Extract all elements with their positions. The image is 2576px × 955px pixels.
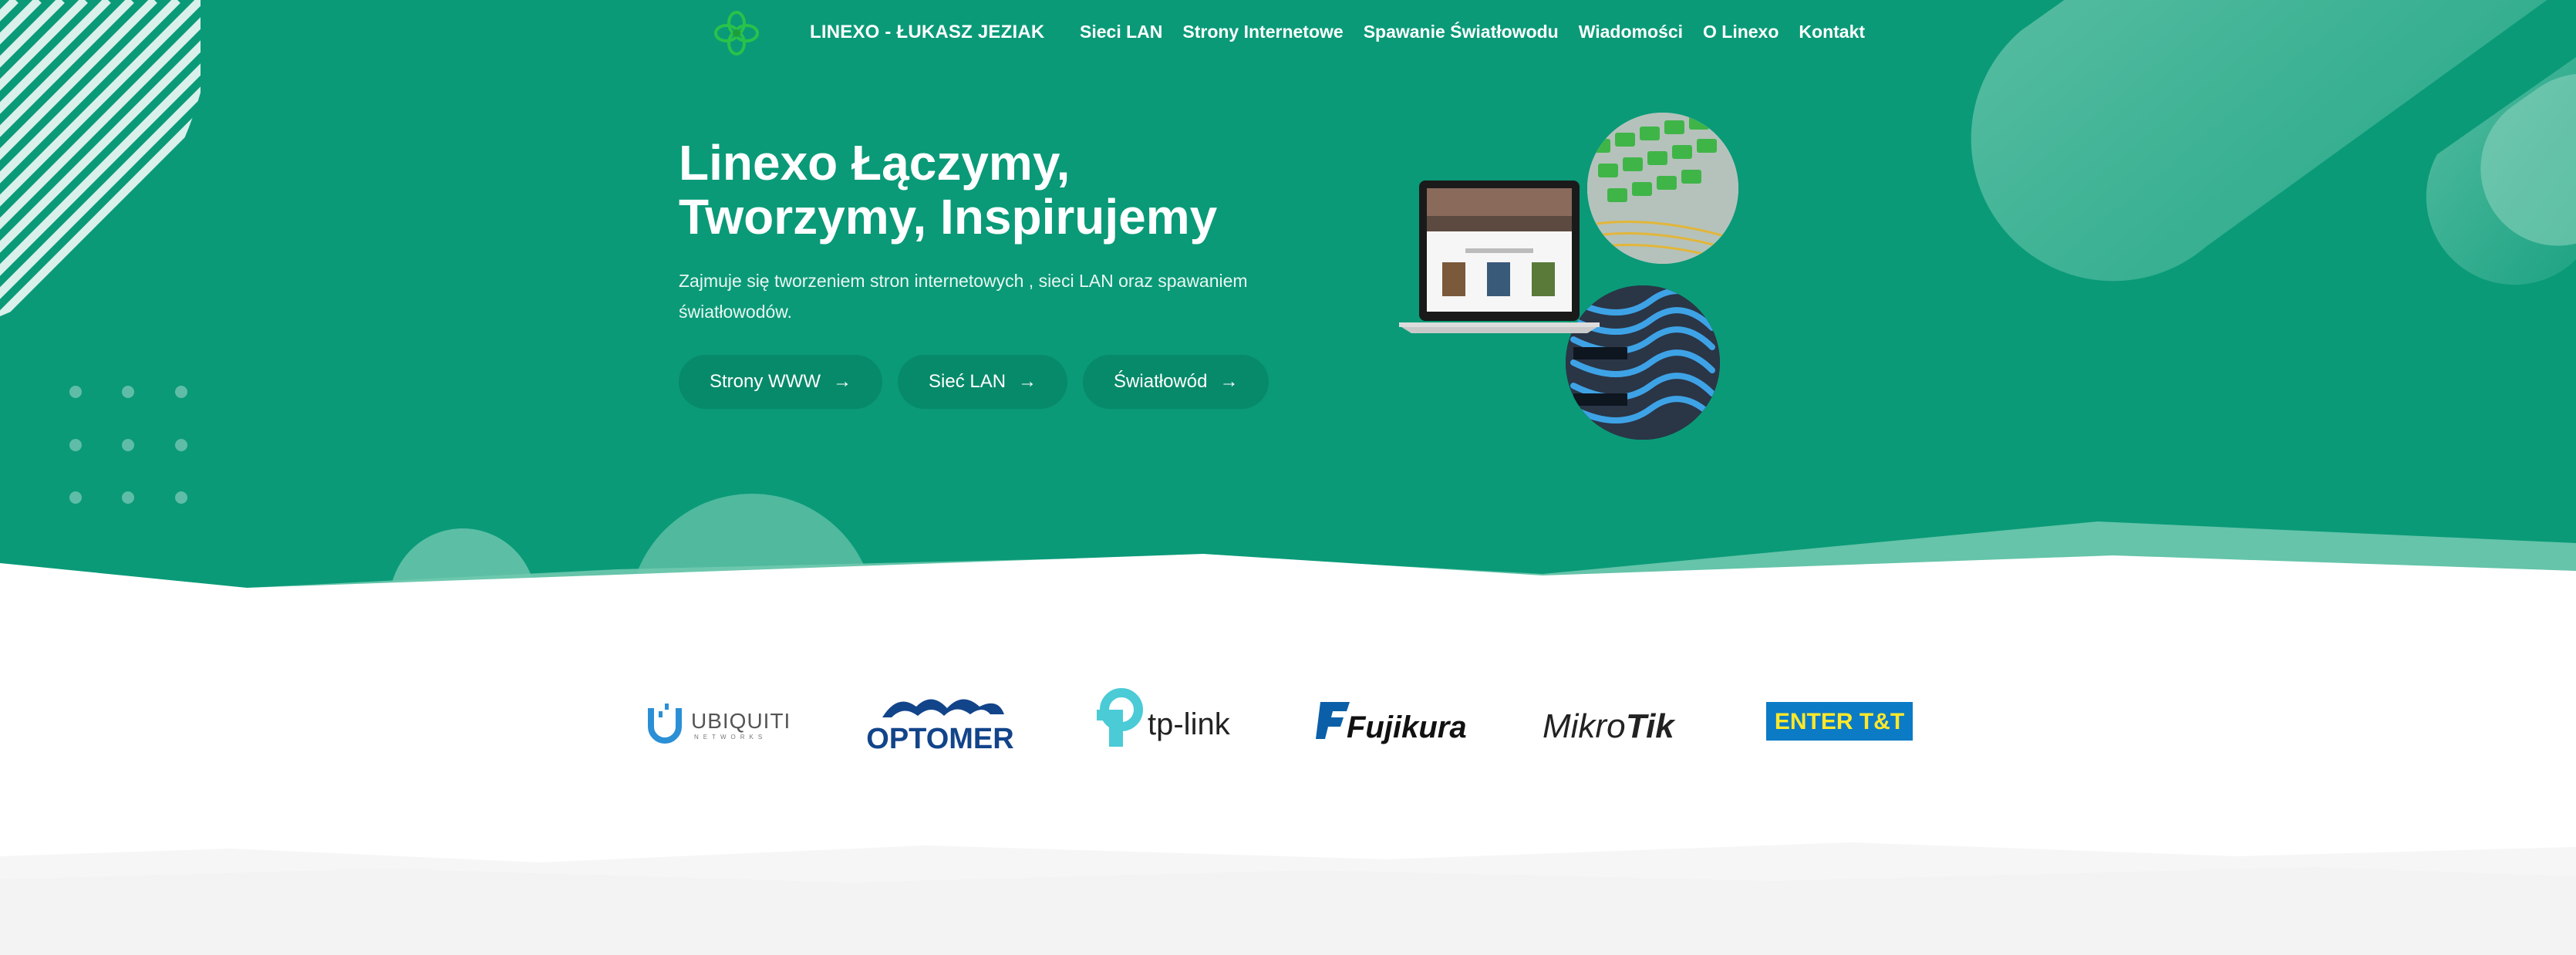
- hero-title: Linexo Łączymy, Tworzymy, Inspirujemy: [679, 136, 1373, 244]
- top-navigation: LINEXO - ŁUKASZ JEZIAK Sieci LAN Strony …: [0, 0, 2576, 65]
- hero-illustration: [1399, 113, 1738, 440]
- hero-title-line-2: Tworzymy, Inspirujemy: [679, 189, 1218, 245]
- tplink-wordmark: tp-link: [1148, 707, 1231, 741]
- partner-logo-tplink[interactable]: tp-link: [1086, 687, 1240, 756]
- optomer-wordmark: OPTOMER: [867, 723, 1013, 755]
- partner-logo-fujikura[interactable]: Fujikura: [1313, 687, 1467, 756]
- partner-logos: UBIQUITI NETWORKS OPTOMER tp-link Fujiku…: [648, 679, 1913, 764]
- partner-logo-mikrotik[interactable]: Mikro Tik: [1539, 687, 1694, 756]
- network-cables-image: [1566, 285, 1720, 440]
- hero-section: LINEXO - ŁUKASZ JEZIAK Sieci LAN Strony …: [0, 0, 2576, 594]
- footer-wave: [0, 842, 2576, 955]
- nav-item-strony-internetowe[interactable]: Strony Internetowe: [1182, 22, 1343, 42]
- partner-logo-ubiquiti[interactable]: UBIQUITI NETWORKS: [648, 687, 794, 756]
- nav-item-wiadomosci[interactable]: Wiadomości: [1579, 22, 1683, 42]
- arrow-right-icon: →: [833, 371, 851, 392]
- optomer-logo-icon: OPTOMER: [867, 699, 1013, 755]
- fujikura-wordmark: Fujikura: [1347, 710, 1467, 744]
- ubiquiti-wordmark: UBIQUITI: [691, 709, 791, 733]
- enter-logo-icon: ENTER T&T: [1766, 702, 1913, 741]
- arrow-right-icon: →: [1018, 371, 1037, 392]
- mikrotik-logo-icon: Mikro Tik: [1543, 707, 1676, 745]
- hero-buttons: Strony WWW → Sieć LAN → Światłowód →: [679, 355, 1269, 409]
- mikrotik-wordmark-b: Tik: [1626, 707, 1676, 745]
- nav-item-spawanie-swiatlowodu[interactable]: Spawanie Światłowodu: [1364, 22, 1559, 42]
- strony-www-button-label: Strony WWW: [710, 371, 821, 392]
- nav-item-kontakt[interactable]: Kontakt: [1799, 22, 1865, 42]
- hero-description-line-2: światłowodów.: [679, 302, 793, 322]
- nav-item-o-linexo[interactable]: O Linexo: [1703, 22, 1779, 42]
- hero-description: Zajmuje się tworzeniem stron internetowy…: [679, 265, 1311, 327]
- strony-www-button[interactable]: Strony WWW →: [679, 355, 882, 409]
- ubiquiti-subtext: NETWORKS: [694, 734, 767, 741]
- clover-logo-icon[interactable]: [711, 8, 762, 59]
- laptop-image: [1399, 181, 1600, 333]
- hero-description-line-1: Zajmuje się tworzeniem stron internetowy…: [679, 271, 1248, 291]
- partner-logo-enter[interactable]: ENTER T&T: [1766, 687, 1913, 756]
- main-menu: Sieci LAN Strony Internetowe Spawanie Św…: [1080, 22, 1865, 42]
- mikrotik-wordmark-a: Mikro: [1543, 707, 1626, 745]
- siec-lan-button[interactable]: Sieć LAN →: [898, 355, 1068, 409]
- fiber-connectors-image: [1587, 113, 1738, 264]
- arrow-right-icon: →: [1219, 371, 1239, 392]
- nav-item-sieci-lan[interactable]: Sieci LAN: [1080, 22, 1162, 42]
- partner-logo-optomer[interactable]: OPTOMER: [867, 687, 1013, 756]
- swiatlowod-button-label: Światłowód: [1114, 371, 1208, 392]
- tplink-logo-icon: tp-link: [1097, 688, 1231, 747]
- brand-name[interactable]: LINEXO - ŁUKASZ JEZIAK: [810, 22, 1044, 43]
- swiatlowod-button[interactable]: Światłowód →: [1083, 355, 1269, 409]
- hero-bottom-wave: [0, 494, 2576, 594]
- siec-lan-button-label: Sieć LAN: [929, 371, 1006, 392]
- enter-wordmark: ENTER T&T: [1775, 709, 1904, 734]
- fujikura-logo-icon: Fujikura: [1316, 702, 1467, 744]
- hero-title-line-1: Linexo Łączymy,: [679, 135, 1071, 191]
- ubiquiti-logo-icon: UBIQUITI NETWORKS: [648, 704, 791, 744]
